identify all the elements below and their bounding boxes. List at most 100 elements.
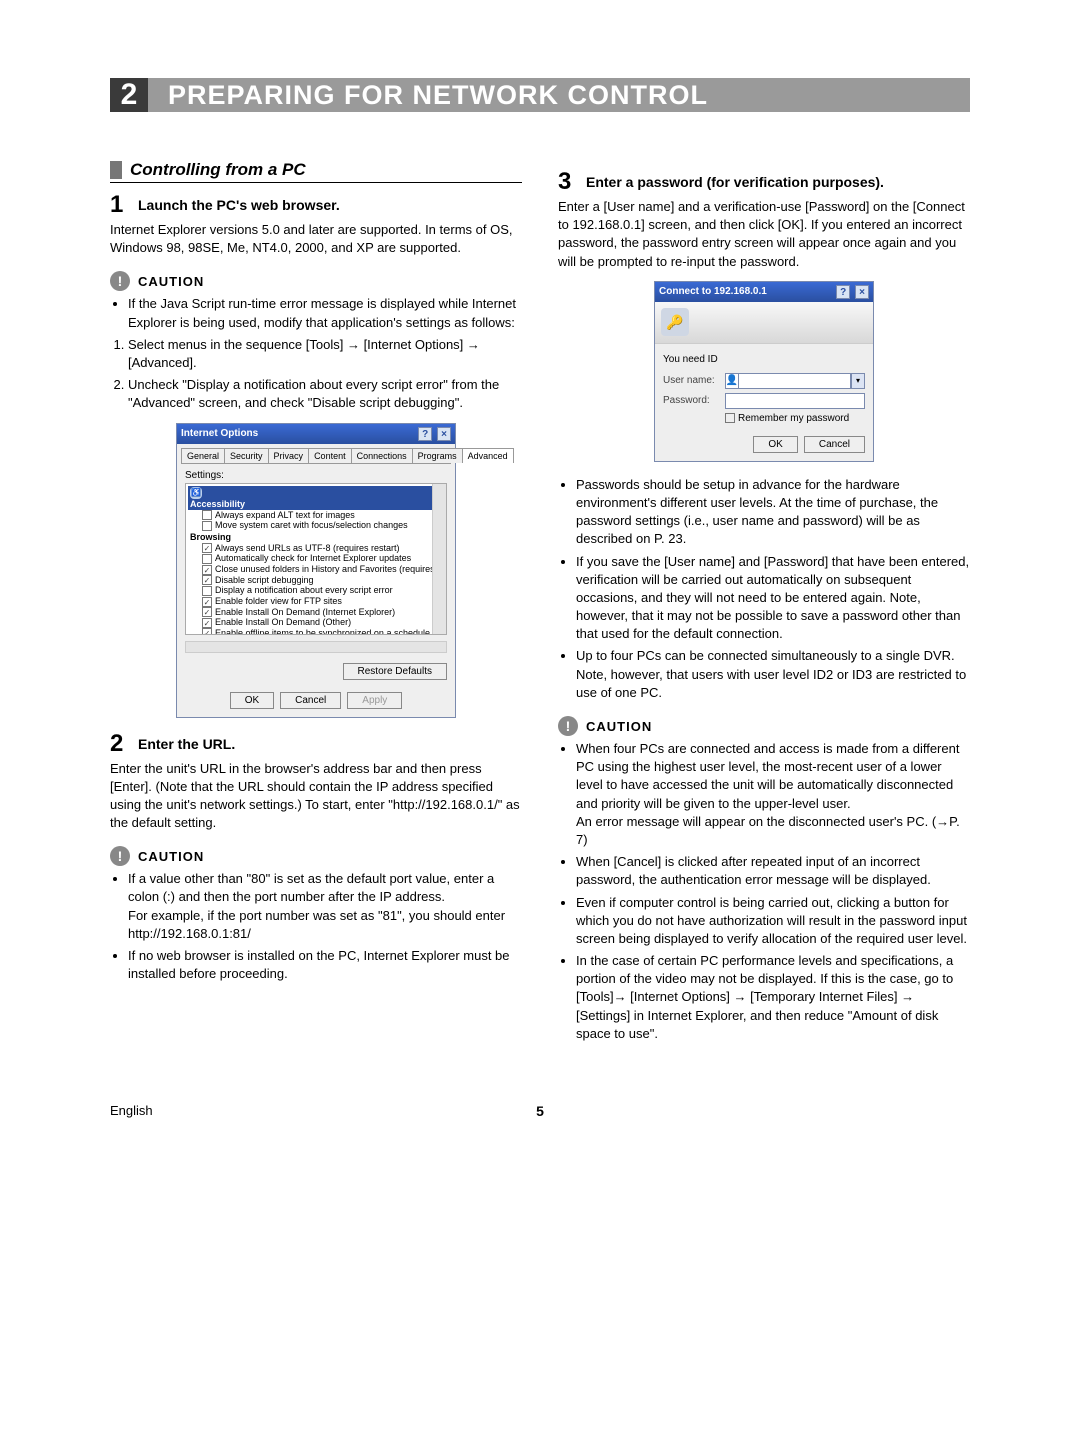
content-columns: Controlling from a PC 1 Launch the PC's … [110, 160, 970, 1047]
tree-item[interactable]: Automatically check for Internet Explore… [188, 553, 444, 564]
step-number: 2 [110, 732, 138, 756]
checkbox-icon[interactable]: ✓ [202, 607, 212, 617]
globe-icon: ♿ [190, 487, 202, 499]
checkbox-icon[interactable] [202, 521, 212, 531]
caution-word: CAUTION [138, 274, 204, 289]
right-column: 3 Enter a password (for verification pur… [558, 160, 970, 1047]
caution-icon: ! [110, 846, 130, 866]
tree-item[interactable]: ✓Always send URLs as UTF-8 (requires res… [188, 543, 444, 554]
step-1-body: Internet Explorer versions 5.0 and later… [110, 221, 522, 257]
caution-word: CAUTION [138, 849, 204, 864]
caution-header-2: ! CAUTION [110, 846, 522, 866]
password-label: Password: [663, 395, 725, 406]
tree-item[interactable]: ✓Enable Install On Demand (Other) [188, 617, 444, 628]
left-column: Controlling from a PC 1 Launch the PC's … [110, 160, 522, 1047]
keys-icon: 🔑 [661, 308, 689, 336]
step-1-header: 1 Launch the PC's web browser. [110, 193, 522, 217]
dropdown-icon[interactable]: ▾ [851, 373, 865, 389]
caution-3-list: When four PCs are connected and access i… [558, 740, 970, 1043]
username-input[interactable] [738, 373, 851, 389]
remember-row: Remember my password [663, 413, 865, 424]
tree-item[interactable]: ✓Close unused folders in History and Fav… [188, 564, 444, 575]
restore-defaults-button[interactable]: Restore Defaults [343, 663, 447, 680]
step-2-header: 2 Enter the URL. [110, 732, 522, 756]
tree-item[interactable]: ✓Enable Install On Demand (Internet Expl… [188, 607, 444, 618]
chapter-title: PREPARING FOR NETWORK CONTROL [148, 78, 970, 112]
step-title: Enter a password (for verification purpo… [586, 170, 884, 190]
settings-label: Settings: [185, 470, 447, 481]
footer-language: English [110, 1103, 153, 1118]
remember-label: Remember my password [738, 413, 849, 424]
caution-bullet: If the Java Script run-time error messag… [128, 295, 522, 331]
tree-item[interactable]: Display a notification about every scrip… [188, 585, 444, 596]
help-icon[interactable]: ? [836, 285, 850, 299]
caution-step: Select menus in the sequence [Tools] → [… [128, 336, 522, 372]
vertical-scrollbar[interactable] [432, 484, 446, 634]
page-number: 5 [536, 1103, 544, 1119]
dialog-titlebar: Internet Options ? × [177, 424, 455, 444]
tab-programs[interactable]: Programs [412, 448, 463, 463]
bullet: Up to four PCs can be connected simultan… [576, 647, 970, 702]
checkbox-icon[interactable]: ✓ [202, 565, 212, 575]
caution-bullet: If a value other than "80" is set as the… [128, 870, 522, 943]
dialog-title: Internet Options [181, 428, 258, 439]
tab-privacy[interactable]: Privacy [268, 448, 310, 463]
checkbox-icon[interactable] [202, 554, 212, 564]
caution-bullet: When four PCs are connected and access i… [576, 740, 970, 849]
apply-button[interactable]: Apply [347, 692, 402, 709]
cancel-button[interactable]: Cancel [804, 436, 865, 453]
tree-cat-accessibility: ♿Accessibility [188, 486, 444, 510]
password-row: Password: [663, 393, 865, 409]
chapter-number: 2 [110, 78, 148, 112]
tab-security[interactable]: Security [224, 448, 269, 463]
chapter-header: 2 PREPARING FOR NETWORK CONTROL [110, 78, 970, 112]
step-number: 1 [110, 193, 138, 217]
step-title: Enter the URL. [138, 732, 235, 752]
tree-item[interactable]: Move system caret with focus/selection c… [188, 520, 444, 531]
horizontal-scrollbar[interactable] [185, 641, 447, 653]
tree-item[interactable]: ✓Enable folder view for FTP sites [188, 596, 444, 607]
username-label: User name: [663, 375, 725, 386]
ok-button[interactable]: OK [230, 692, 274, 709]
connect-dialog: Connect to 192.168.0.1 ? × 🔑 You need ID… [654, 281, 874, 462]
caution-bullet: If no web browser is installed on the PC… [128, 947, 522, 983]
caution-icon: ! [110, 271, 130, 291]
help-icon[interactable]: ? [418, 427, 432, 441]
bullet: Passwords should be setup in advance for… [576, 476, 970, 549]
tab-advanced[interactable]: Advanced [462, 448, 514, 463]
caution-bullet: In the case of certain PC performance le… [576, 952, 970, 1043]
checkbox-icon[interactable]: ✓ [202, 628, 212, 634]
step-title: Launch the PC's web browser. [138, 193, 340, 213]
section-title: Controlling from a PC [110, 160, 522, 183]
tree-item[interactable]: Always expand ALT text for images [188, 510, 444, 521]
internet-options-dialog: Internet Options ? × General Security Pr… [176, 423, 456, 718]
close-icon[interactable]: × [855, 285, 869, 299]
tab-connections[interactable]: Connections [351, 448, 413, 463]
caution-2-list: If a value other than "80" is set as the… [110, 870, 522, 983]
caution-1-list: If the Java Script run-time error messag… [110, 295, 522, 331]
tab-content[interactable]: Content [308, 448, 352, 463]
tree-item[interactable]: ✓Disable script debugging [188, 575, 444, 586]
caution-header-3: ! CAUTION [558, 716, 970, 736]
user-icon: 👤 [725, 373, 739, 389]
password-input[interactable] [725, 393, 865, 409]
checkbox-icon[interactable]: ✓ [202, 618, 212, 628]
checkbox-icon[interactable] [202, 510, 212, 520]
connect-body: You need ID User name: 👤 ▾ Password: Rem… [655, 344, 873, 461]
ok-button[interactable]: OK [753, 436, 797, 453]
restore-row: Restore Defaults [177, 659, 455, 688]
step-3-bullets: Passwords should be setup in advance for… [558, 476, 970, 702]
settings-tree[interactable]: ♿Accessibility Always expand ALT text fo… [185, 483, 447, 635]
tree-item[interactable]: ✓Enable offline items to be synchronized… [188, 628, 444, 635]
checkbox-icon[interactable]: ✓ [202, 543, 212, 553]
checkbox-icon[interactable]: ✓ [202, 575, 212, 585]
cancel-button[interactable]: Cancel [280, 692, 341, 709]
tab-general[interactable]: General [181, 448, 225, 463]
checkbox-icon[interactable] [725, 413, 735, 423]
checkbox-icon[interactable]: ✓ [202, 597, 212, 607]
checkbox-icon[interactable] [202, 586, 212, 596]
dialog-button-row: OK Cancel Apply [177, 688, 455, 717]
close-icon[interactable]: × [437, 427, 451, 441]
caution-header-1: ! CAUTION [110, 271, 522, 291]
need-id-text: You need ID [663, 354, 865, 365]
